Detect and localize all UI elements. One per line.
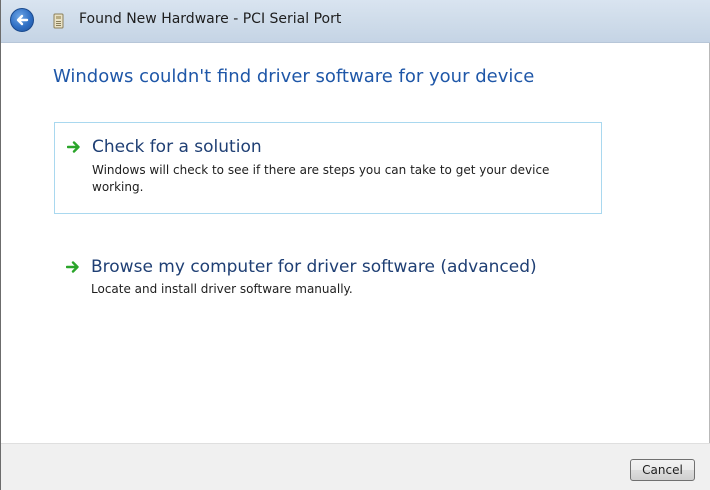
window-title: Found New Hardware - PCI Serial Port	[79, 11, 342, 27]
back-arrow-icon	[16, 14, 29, 26]
check-for-solution-option[interactable]: Check for a solution Windows will check …	[54, 122, 602, 214]
option-title: Browse my computer for driver software (…	[91, 257, 537, 277]
page-heading: Windows couldn't find driver software fo…	[53, 66, 535, 87]
browse-computer-option[interactable]: Browse my computer for driver software (…	[54, 246, 602, 310]
back-button[interactable]	[10, 8, 34, 32]
option-title: Check for a solution	[92, 137, 262, 157]
cancel-button[interactable]: Cancel	[630, 459, 695, 481]
wizard-window: Found New Hardware - PCI Serial Port Win…	[0, 0, 710, 490]
green-arrow-icon	[67, 141, 80, 153]
green-arrow-icon	[66, 261, 79, 273]
option-description: Windows will check to see if there are s…	[92, 163, 550, 194]
hardware-device-icon	[53, 13, 64, 29]
footer-bar: Cancel	[1, 443, 710, 490]
option-description: Locate and install driver software manua…	[91, 282, 353, 296]
title-bar: Found New Hardware - PCI Serial Port	[1, 0, 710, 43]
